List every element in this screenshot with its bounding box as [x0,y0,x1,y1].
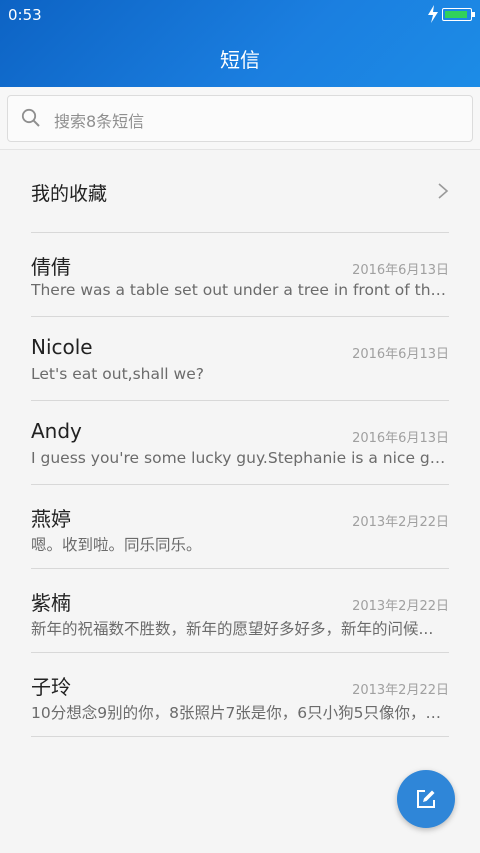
message-preview: 新年的祝福数不胜数，新年的愿望好多好多，新年的问候... [31,620,434,638]
conversation-item[interactable]: 燕婷 2013年2月22日 嗯。收到啦。同乐同乐。 [31,485,449,569]
favorites-label: 我的收藏 [31,183,108,205]
compose-button[interactable] [397,770,455,828]
search-icon [21,108,40,127]
message-date: 2016年6月13日 [352,263,449,278]
contact-name: 燕婷 [31,507,71,531]
conversation-list: 倩倩 2016年6月13日 There was a table set out … [31,233,449,737]
conversation-item[interactable]: Andy 2016年6月13日 I guess you're some luck… [31,401,449,485]
app-header: 0:53 短信 [0,0,480,87]
favorites-row[interactable]: 我的收藏 [31,150,449,233]
compose-icon [417,790,435,808]
page-title: 短信 [220,48,260,72]
conversation-item[interactable]: 紫楠 2013年2月22日 新年的祝福数不胜数，新年的愿望好多好多，新年的问候.… [31,569,449,653]
message-date: 2013年2月22日 [352,599,449,614]
battery-icon [442,8,475,21]
message-date: 2016年6月13日 [352,347,449,362]
status-bar: 0:53 [0,0,480,30]
contact-name: 倩倩 [31,255,71,279]
message-preview: There was a table set out under a tree i… [31,281,449,299]
message-preview: 嗯。收到啦。同乐同乐。 [31,536,202,554]
search-bar: 搜索8条短信 [0,87,480,150]
charging-icon [428,5,438,23]
message-preview: Let's eat out,shall we? [31,365,204,383]
search-input[interactable]: 搜索8条短信 [7,95,473,142]
contact-name: 紫楠 [31,591,71,615]
contact-name: Nicole [31,335,93,359]
contact-name: 子玲 [31,675,71,699]
message-preview: I guess you're some lucky guy.Stephanie … [31,449,449,467]
contact-name: Andy [31,419,82,443]
message-preview: 10分想念9别的你，8张照片7张是你，6只小狗5只像你，4... [31,704,449,722]
status-time: 0:53 [8,6,42,24]
message-date: 2013年2月22日 [352,683,449,698]
conversation-item[interactable]: 倩倩 2016年6月13日 There was a table set out … [31,233,449,317]
conversation-item[interactable]: Nicole 2016年6月13日 Let's eat out,shall we… [31,317,449,401]
chevron-right-icon [438,183,449,199]
message-date: 2013年2月22日 [352,515,449,530]
conversation-item[interactable]: 子玲 2013年2月22日 10分想念9别的你，8张照片7张是你，6只小狗5只像… [31,653,449,737]
search-placeholder: 搜索8条短信 [54,112,145,131]
message-date: 2016年6月13日 [352,431,449,446]
